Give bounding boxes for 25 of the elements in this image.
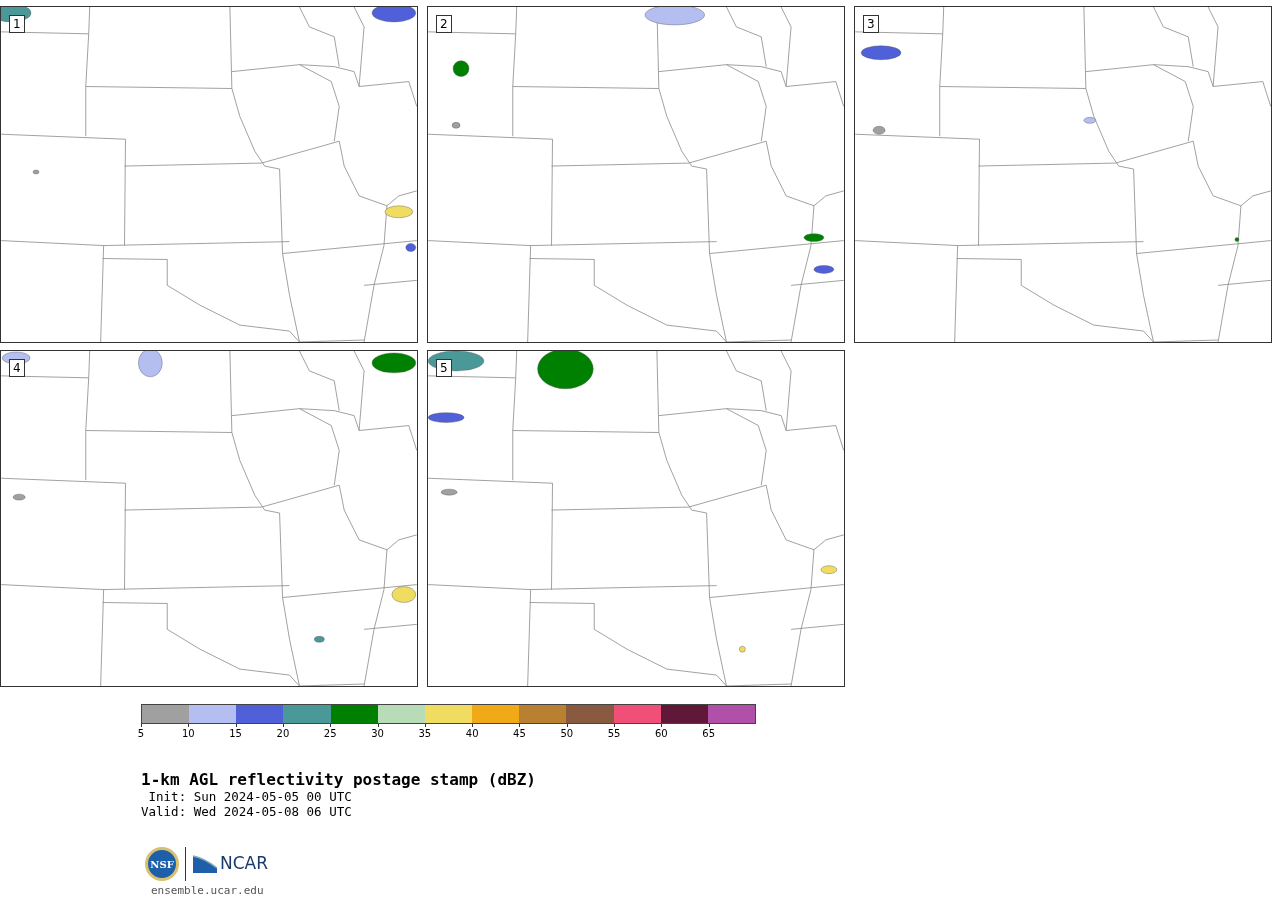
panel-number: 1 bbox=[9, 15, 25, 33]
colorbar-tick-label: 20 bbox=[276, 728, 290, 740]
chart-title: 1-km AGL reflectivity postage stamp (dBZ) bbox=[141, 771, 537, 789]
colorbar-tick-label: 30 bbox=[371, 728, 384, 740]
ncar-logo-icon bbox=[192, 854, 218, 874]
website-url[interactable]: ensemble.ucar.edu bbox=[151, 883, 1280, 900]
colorbar-tick-label: 10 bbox=[181, 728, 195, 740]
panel-number: 5 bbox=[436, 359, 452, 377]
colorbar-tick-label: 65 bbox=[702, 728, 716, 740]
colorbar-tick-label: 15 bbox=[229, 728, 242, 740]
panel-number: 3 bbox=[863, 15, 879, 33]
colorbar-tick-label: 35 bbox=[418, 728, 432, 740]
panel-number: 2 bbox=[436, 15, 452, 33]
colorbar-tick-label: 45 bbox=[513, 728, 526, 740]
colorbar-tick-label: 50 bbox=[560, 728, 574, 740]
colorbar-tick-label: 40 bbox=[465, 728, 479, 740]
panel-number: 4 bbox=[9, 359, 25, 377]
colorbar-tick-label: 55 bbox=[607, 728, 621, 740]
nsf-logo: NSF bbox=[145, 847, 179, 881]
valid-time: Valid: Wed 2024-05-08 06 UTC bbox=[141, 804, 353, 819]
colorbar-tick-label: 25 bbox=[323, 728, 337, 740]
colorbar-tick-label: 5 bbox=[137, 728, 145, 740]
colorbar-tick-label: 60 bbox=[655, 728, 668, 740]
ncar-logo-text: NCAR bbox=[220, 852, 269, 876]
init-time: Init: Sun 2024-05-05 00 UTC bbox=[147, 789, 353, 804]
